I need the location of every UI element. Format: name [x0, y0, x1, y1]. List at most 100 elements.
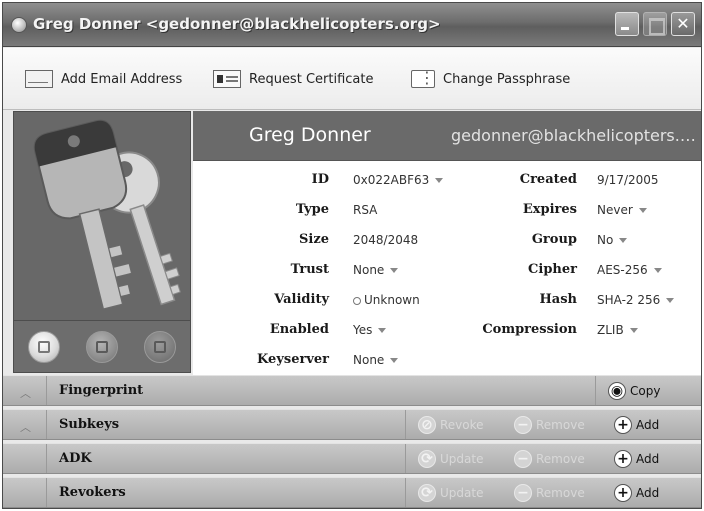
add-revoker-button[interactable]: + Add: [614, 483, 659, 503]
adk-actions: ⟳ Update − Remove + Add: [405, 444, 701, 473]
minus-icon: −: [514, 484, 532, 502]
plus-icon: +: [614, 484, 632, 502]
plus-icon: +: [614, 450, 632, 468]
change-photo-button[interactable]: [86, 331, 118, 363]
id-value[interactable]: 0x022ABF63: [353, 173, 444, 187]
chevron-down-icon: [638, 208, 647, 213]
change-passphrase-button[interactable]: Change Passphrase: [411, 68, 570, 90]
key-owner-email: gedonner@blackhelicopters.org: [451, 126, 699, 145]
revokers-title: Revokers: [59, 485, 126, 500]
maximize-button[interactable]: [643, 12, 667, 36]
revokers-section[interactable]: Revokers ⟳ Update − Remove + Add: [3, 477, 701, 508]
remove-photo-icon: [154, 341, 166, 353]
key-details: ID 0x022ABF63 Created 9/17/2005 Type RSA…: [193, 161, 701, 375]
enabled-label: Enabled: [269, 322, 329, 337]
expires-value[interactable]: Never: [597, 203, 647, 217]
key-header: Greg Donner gedonner@blackhelicopters.or…: [193, 111, 701, 161]
minus-icon: −: [514, 416, 532, 434]
subkeys-actions: ⊘ Revoke − Remove + Add: [405, 410, 701, 439]
trust-value[interactable]: None: [353, 263, 399, 277]
type-label: Type: [295, 202, 329, 217]
minimize-button[interactable]: [615, 12, 639, 36]
add-label: Add: [636, 486, 660, 500]
add-photo-icon: [38, 341, 50, 353]
update-icon: ⟳: [418, 484, 436, 502]
fingerprint-title: Fingerprint: [59, 383, 144, 398]
compression-label: Compression: [482, 322, 577, 337]
size-label: Size: [299, 232, 329, 247]
request-certificate-button[interactable]: Request Certificate: [213, 68, 373, 90]
add-email-address-button[interactable]: Add Email Address: [25, 68, 182, 90]
update-label: Update: [440, 486, 484, 500]
certificate-icon: [213, 70, 241, 88]
adk-section[interactable]: ADK ⟳ Update − Remove + Add: [3, 443, 701, 474]
revokers-actions: ⟳ Update − Remove + Add: [405, 478, 701, 507]
remove-label: Remove: [536, 418, 585, 432]
keyserver-value[interactable]: None: [353, 353, 399, 367]
copy-icon: ◉: [608, 382, 626, 400]
keys-icon: [33, 119, 181, 311]
remove-subkey-button[interactable]: − Remove: [514, 415, 585, 435]
hash-label: Hash: [539, 292, 577, 307]
compression-value[interactable]: ZLIB: [597, 323, 638, 337]
photo-icon: [96, 341, 108, 353]
add-label: Add: [636, 418, 660, 432]
created-label: Created: [519, 172, 577, 187]
remove-revoker-button[interactable]: − Remove: [514, 483, 585, 503]
group-label: Group: [531, 232, 577, 247]
type-value: RSA: [353, 203, 378, 217]
toolbar: Add Email Address Request Certificate Ch…: [3, 48, 701, 110]
validity-status-icon: [353, 296, 361, 305]
revoke-subkey-button[interactable]: ⊘ Revoke: [418, 415, 484, 435]
plus-icon: +: [614, 416, 632, 434]
fingerprint-expand-toggle[interactable]: ︿: [3, 376, 47, 405]
chevron-down-icon: [390, 268, 399, 273]
add-photo-button[interactable]: [28, 331, 60, 363]
remove-label: Remove: [536, 452, 585, 466]
chevron-up-icon: ︿: [20, 387, 31, 400]
key-properties-window: Greg Donner <gedonner@blackhelicopters.o…: [2, 2, 702, 509]
subkeys-expand-toggle[interactable]: ︿: [3, 410, 47, 439]
adk-title: ADK: [59, 451, 92, 466]
trust-label: Trust: [290, 262, 329, 277]
expires-label: Expires: [522, 202, 577, 217]
add-subkey-button[interactable]: + Add: [614, 415, 659, 435]
validity-label: Validity: [274, 292, 329, 307]
maximize-icon: [644, 13, 666, 35]
chevron-down-icon: [629, 328, 638, 333]
chevron-down-icon: [666, 298, 675, 303]
remove-photo-button[interactable]: [144, 331, 176, 363]
add-email-address-label: Add Email Address: [61, 71, 183, 87]
envelope-icon: [25, 70, 53, 88]
fingerprint-actions: ◉ Copy: [595, 376, 701, 405]
add-adk-button[interactable]: + Add: [614, 449, 659, 469]
request-certificate-label: Request Certificate: [249, 71, 374, 87]
revokers-expand-toggle[interactable]: [3, 478, 47, 507]
chevron-down-icon: [378, 328, 387, 333]
key-image-panel: [13, 111, 191, 321]
close-button[interactable]: ✕: [671, 12, 695, 36]
enabled-value[interactable]: Yes: [353, 323, 387, 337]
title-bar: Greg Donner <gedonner@blackhelicopters.o…: [3, 3, 701, 47]
revoke-label: Revoke: [440, 418, 484, 432]
copy-label: Copy: [630, 384, 661, 398]
cipher-label: Cipher: [528, 262, 577, 277]
subkeys-section[interactable]: ︿ Subkeys ⊘ Revoke − Remove + Add: [3, 409, 701, 440]
key-owner-name: Greg Donner: [249, 124, 371, 146]
copy-fingerprint-button[interactable]: ◉ Copy: [608, 381, 660, 401]
chevron-down-icon: [619, 238, 628, 243]
photo-actions: [13, 321, 191, 373]
hash-value[interactable]: SHA-2 256: [597, 293, 675, 307]
cipher-value[interactable]: AES-256: [597, 263, 662, 277]
adk-expand-toggle[interactable]: [3, 444, 47, 473]
update-adk-button[interactable]: ⟳ Update: [418, 449, 483, 469]
remove-label: Remove: [536, 486, 585, 500]
group-value[interactable]: No: [597, 233, 628, 247]
update-label: Update: [440, 452, 484, 466]
validity-value: Unknown: [353, 293, 420, 307]
update-revokers-button[interactable]: ⟳ Update: [418, 483, 483, 503]
chevron-down-icon: [653, 268, 662, 273]
remove-adk-button[interactable]: − Remove: [514, 449, 585, 469]
fingerprint-section[interactable]: ︿ Fingerprint ◉ Copy: [3, 375, 701, 406]
chevron-up-icon: ︿: [20, 421, 31, 434]
